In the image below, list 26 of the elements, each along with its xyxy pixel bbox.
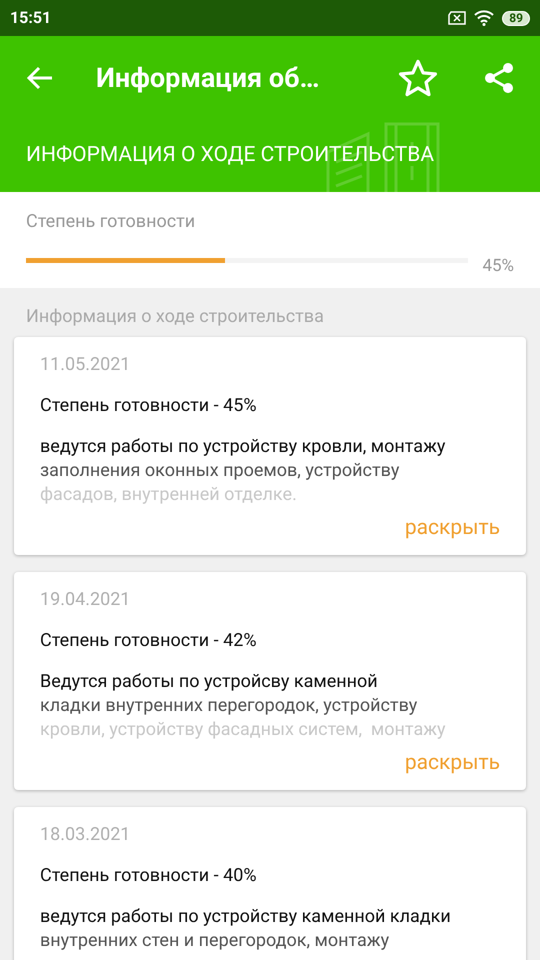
- star-icon[interactable]: [398, 59, 438, 97]
- expand-link[interactable]: раскрыть: [404, 748, 500, 776]
- description-line: заполнения оконных проемов, устройству: [40, 458, 400, 482]
- readiness-label: Степень готовности: [26, 210, 196, 234]
- readiness-value: 45%: [482, 255, 514, 278]
- header-title: ИНФОРМАЦИЯ О ХОДЕ СТРОИТЕЛЬСТВА: [26, 142, 434, 170]
- section-title: Информация о ходе строительства: [25, 304, 325, 328]
- entry-readiness: Степень готовности - 42%: [40, 628, 258, 652]
- battery-indicator: 89: [502, 10, 530, 26]
- entry-readiness: Степень готовности - 45%: [40, 394, 258, 418]
- description-line: Ведутся работы по устройсву каменной: [40, 670, 379, 694]
- entry-date: 19.04.2021: [40, 588, 132, 612]
- description-line: ведутся работы по устройству каменной кладки: [40, 904, 452, 928]
- entry-date: 11.05.2021: [40, 352, 132, 376]
- share-icon[interactable]: [484, 62, 514, 94]
- entry-date: 18.03.2021: [40, 822, 132, 846]
- no-sim-icon: [448, 11, 466, 25]
- expand-link[interactable]: раскрыть: [404, 514, 500, 542]
- wifi-icon: [474, 10, 494, 26]
- description-line: внутренних стен и перегородок, монтажу: [40, 928, 390, 952]
- entry-readiness: Степень готовности - 40%: [40, 864, 258, 888]
- toolbar-title: Информация об…: [96, 60, 320, 96]
- back-arrow-icon[interactable]: [26, 66, 54, 90]
- description-line: ведутся работы по устройству кровли, монтажу: [40, 434, 446, 458]
- status-time: 15:51: [10, 7, 52, 29]
- description-line: кладки внутренних перегородок, устройству: [40, 694, 418, 718]
